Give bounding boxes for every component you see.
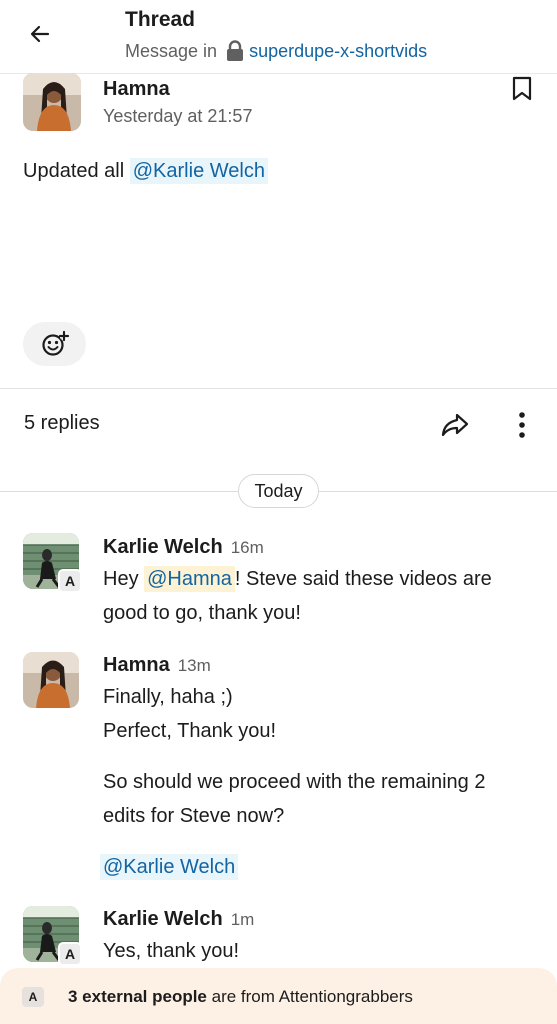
banner-rest-text: are from Attentiongrabbers bbox=[206, 987, 413, 1006]
external-badge: A bbox=[58, 942, 82, 966]
replies-count: 5 replies bbox=[24, 412, 100, 434]
external-badge: A bbox=[22, 987, 44, 1007]
more-options-button[interactable] bbox=[508, 408, 536, 442]
reply-text: ! Steve said these videos are bbox=[234, 568, 492, 590]
reply-text: Hey bbox=[103, 568, 145, 590]
day-separator[interactable]: Today bbox=[238, 474, 319, 508]
reply-author[interactable]: Karlie Welch 1m bbox=[103, 908, 254, 931]
subtitle-prefix: Message in bbox=[125, 40, 218, 61]
thread-actions-bar: 5 replies bbox=[0, 400, 557, 450]
reply-author[interactable]: Karlie Welch 16m bbox=[103, 536, 264, 559]
arrow-left-icon bbox=[30, 25, 50, 43]
self-mention[interactable]: @Hamna bbox=[144, 566, 235, 592]
reply-line: edits for Steve now? bbox=[103, 805, 285, 827]
external-badge: A bbox=[58, 569, 82, 593]
reply-author[interactable]: Hamna 13m bbox=[103, 654, 211, 677]
reply-time: 16m bbox=[230, 538, 264, 557]
share-icon bbox=[441, 413, 469, 437]
avatar[interactable] bbox=[23, 652, 79, 708]
bookmark-button[interactable] bbox=[510, 76, 534, 102]
reply-line: Finally, haha ;) bbox=[103, 686, 233, 708]
add-reaction-button[interactable] bbox=[23, 322, 86, 366]
page-title: Thread bbox=[125, 8, 196, 31]
reply-time: 1m bbox=[230, 910, 255, 929]
reply-line: good to go, thank you! bbox=[103, 602, 301, 624]
lock-icon bbox=[225, 40, 245, 62]
author-name[interactable]: Karlie Welch bbox=[103, 908, 223, 930]
message-text: Updated all bbox=[23, 160, 130, 182]
thread-location: Message in superdupe-x-shortvids bbox=[125, 40, 427, 62]
message-body: Updated all @Karlie Welch bbox=[23, 154, 268, 188]
add-reaction-icon bbox=[41, 330, 69, 356]
user-mention[interactable]: @Karlie Welch bbox=[129, 158, 268, 184]
external-people-banner[interactable]: A 3 external people are from Attentiongr… bbox=[0, 968, 557, 1024]
reply-line: So should we proceed with the remaining … bbox=[103, 771, 486, 793]
more-vertical-icon bbox=[519, 412, 525, 438]
message-author[interactable]: Hamna bbox=[103, 78, 170, 101]
channel-link[interactable]: superdupe-x-shortvids bbox=[249, 41, 427, 62]
thread-header: Thread Message in superdupe-x-shortvids bbox=[0, 0, 557, 74]
banner-text: 3 external people are from Attentiongrab… bbox=[68, 987, 413, 1007]
reply-line: Yes, thank you! bbox=[103, 940, 240, 962]
banner-bold-text: 3 external people bbox=[68, 987, 207, 1006]
author-name[interactable]: Hamna bbox=[103, 654, 170, 676]
user-mention[interactable]: @Karlie Welch bbox=[100, 854, 239, 880]
avatar[interactable] bbox=[23, 73, 81, 131]
share-button[interactable] bbox=[438, 408, 472, 442]
reply-line: Perfect, Thank you! bbox=[103, 720, 277, 742]
message-timestamp: Yesterday at 21:57 bbox=[103, 106, 253, 126]
back-button[interactable] bbox=[24, 18, 56, 50]
author-name[interactable]: Karlie Welch bbox=[103, 536, 223, 558]
reply-time: 13m bbox=[177, 656, 211, 675]
reply-line: @Karlie Welch bbox=[100, 850, 239, 884]
divider bbox=[0, 388, 557, 389]
bookmark-icon bbox=[512, 76, 532, 101]
reply-line: Hey @Hamna! Steve said these videos are bbox=[103, 562, 492, 596]
